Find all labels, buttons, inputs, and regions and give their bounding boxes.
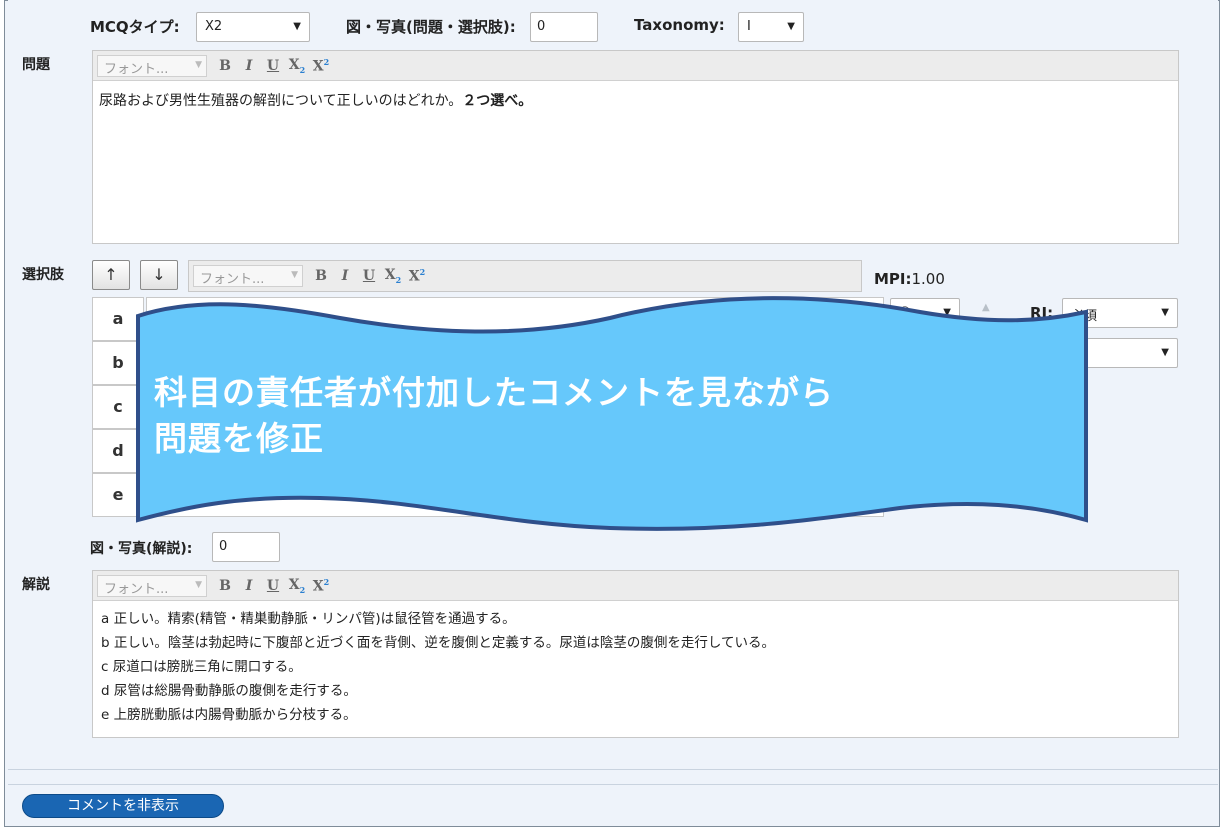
banner-line-2: 問題を修正 — [154, 419, 324, 458]
banner-line-1: 科目の責任者が付加したコメントを見ながら — [154, 373, 834, 412]
banner-text: 科目の責任者が付加したコメントを見ながら 問題を修正 — [154, 370, 1054, 462]
